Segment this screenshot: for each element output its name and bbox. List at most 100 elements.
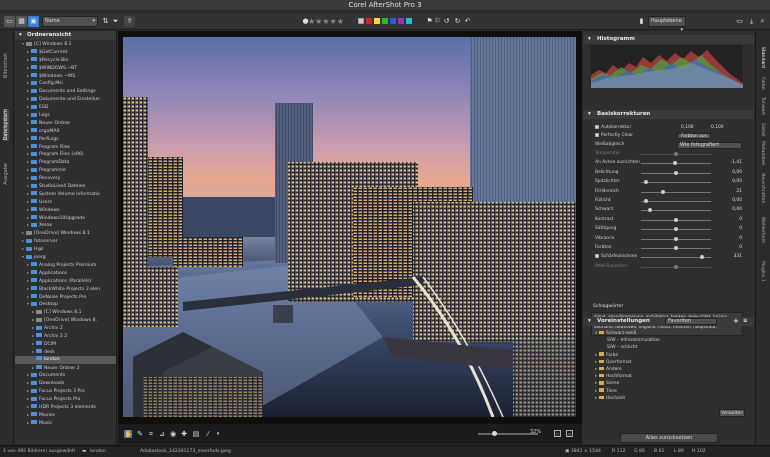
adjustment-slider[interactable] — [641, 161, 711, 166]
folder-tree-item[interactable]: ▸ H@l — [15, 245, 116, 253]
tab-metadaten[interactable]: Metadaten — [760, 141, 765, 166]
tab-farbe[interactable]: Farbe — [760, 77, 765, 90]
folder-tree-item[interactable]: ▸ Movies — [15, 411, 116, 419]
folder-tree-item[interactable]: ▸ $Recycle.Bin — [15, 56, 116, 64]
tab-dateisystem[interactable]: Dateisystem — [3, 109, 9, 141]
folder-tree-item[interactable]: ▸ $Windows.~WS — [15, 72, 116, 80]
color-label-yellow[interactable] — [374, 18, 380, 24]
adjustment-slider[interactable] — [641, 199, 711, 203]
retouch-icon[interactable]: ✚ — [180, 430, 188, 438]
preset-item[interactable]: ▸ Tiere — [595, 388, 617, 395]
adjustment-slider-knob[interactable] — [674, 264, 678, 269]
adjustment-row[interactable]: Fill-Bereich 21 — [591, 188, 746, 197]
folder-tree-item[interactable]: ▸ PerfLogs — [15, 135, 116, 143]
preset-item[interactable]: S/W – Infrarotsimulation — [603, 337, 660, 344]
adjustment-row[interactable]: An Achse ausrichten -1,41 — [591, 159, 746, 168]
adjustment-value[interactable]: 0 — [739, 235, 742, 244]
adjustment-slider-knob[interactable] — [700, 255, 705, 260]
tab-plugins[interactable]: Plugins 1 — [760, 261, 765, 282]
adjustment-value[interactable]: 0,00 — [732, 169, 742, 178]
eyedropper-icon[interactable]: ✎ — [136, 430, 144, 438]
adjustment-row[interactable]: Farbton 0 — [591, 244, 746, 253]
adjustment-slider[interactable] — [641, 152, 711, 156]
adjustment-row[interactable]: Kontrast 0 — [591, 216, 746, 225]
adjustment-value[interactable]: 0,00 — [732, 197, 742, 206]
tab-bibliothek[interactable]: Bibliothek — [3, 53, 9, 78]
adjustment-value[interactable]: 0,00 — [732, 206, 742, 215]
adjustment-slider[interactable] — [641, 189, 711, 194]
folder-tree-item[interactable]: ▾ joerg — [15, 253, 116, 261]
tab-neuschnitten[interactable]: Neuschnitten — [760, 173, 765, 204]
adjustment-slider[interactable] — [641, 208, 711, 213]
folder-tree-item[interactable]: ▸ Focus Projects Pro — [15, 395, 116, 403]
perfectly-clear-row[interactable]: Perfectly Clear Farbton aus — [591, 132, 746, 141]
color-label-cyan[interactable] — [406, 18, 412, 24]
brush-icon[interactable]: ⁄ — [204, 430, 212, 438]
sort-dropdown[interactable]: Name ▾ — [42, 16, 98, 27]
straighten-icon[interactable]: ⊿ — [158, 430, 166, 438]
tab-standard[interactable]: Standard — [760, 47, 765, 68]
histogram-header[interactable]: ▾ Histogramm — [583, 35, 754, 44]
compare-icon[interactable]: ◫ — [566, 430, 573, 437]
monitor-icon[interactable]: ▭ — [734, 16, 745, 27]
color-label-green[interactable] — [382, 18, 388, 24]
perfectly-clear-checkbox[interactable] — [595, 132, 599, 137]
rotate-left-icon[interactable]: ↺ — [441, 16, 452, 27]
perfectly-clear-button[interactable]: Farbton aus — [677, 133, 711, 139]
red-eye-icon[interactable]: ◉ — [169, 430, 177, 438]
folder-tree-item[interactable]: ▸ Documents — [15, 371, 116, 379]
folder-tree-item[interactable]: ▸ ESD — [15, 103, 116, 111]
folder-tree-item[interactable]: ▸ Config.Msi — [15, 79, 116, 87]
preset-item[interactable]: S/W – schlicht — [603, 344, 637, 351]
adjustment-slider-knob[interactable] — [644, 199, 649, 203]
adjustment-slider[interactable] — [641, 227, 711, 232]
folder-tree-item[interactable]: ▸ [OneDrive] Windows 8. — [15, 316, 116, 324]
folder-tree-item[interactable]: ▸ Downloads — [15, 379, 116, 387]
folder-tree-item[interactable]: ▾ [C] Windows 8.1 — [15, 40, 116, 48]
color-label-purple[interactable] — [398, 18, 404, 24]
workspace-dropdown[interactable]: Hauptebene ▾ — [648, 16, 686, 33]
folder-tree-item[interactable]: ▸ StudioLine4 Dateien — [15, 182, 116, 190]
adjustment-slider[interactable] — [641, 264, 711, 269]
folder-tree-item[interactable]: ▸ Xerox — [15, 221, 116, 229]
export-icon[interactable]: ⇪ — [124, 16, 135, 27]
tab-wellenform[interactable]: Wellenform — [760, 217, 765, 243]
folder-tree-item[interactable]: ▸ Analog Projects Premium — [15, 261, 116, 269]
folder-tree-item[interactable]: ▸ $GetCurrent — [15, 48, 116, 56]
adjustment-row[interactable]: Sättigung 0 — [591, 225, 746, 234]
add-preset-icon[interactable]: + — [733, 317, 739, 326]
folder-tree-item[interactable]: ▸ BlackWhite Projects 3 elen — [15, 285, 116, 293]
folder-tree-item[interactable]: ▸ Windows — [15, 206, 116, 214]
adjustment-slider-knob[interactable] — [672, 161, 677, 166]
folder-tree-item[interactable]: ▸ Windows10Upgrade — [15, 214, 116, 222]
manage-presets-button[interactable]: Verwalten — [719, 409, 745, 417]
folder-tree-item[interactable]: ▸ Documents and Settings — [15, 87, 116, 95]
reset-all-button[interactable]: Alles zurücksetzen — [620, 433, 718, 443]
folder-tree-item[interactable]: ▸ Recovery — [15, 174, 116, 182]
photo-preview[interactable] — [123, 37, 576, 417]
chevron-down-icon[interactable]: ▾ — [214, 430, 222, 438]
adjustment-value[interactable]: -1,41 — [731, 159, 742, 168]
undo-icon[interactable]: ↶ — [462, 16, 473, 27]
adjustment-value[interactable]: 331 — [734, 253, 742, 262]
crop-icon[interactable]: ⌗ — [147, 430, 155, 438]
presets-dropdown[interactable]: Favoriten — [665, 318, 717, 325]
folder-tree-item[interactable]: ▸ [OneDrive] Windows 8.1 — [15, 229, 116, 237]
tab-detail[interactable]: Detail — [760, 123, 765, 137]
image-viewer[interactable]: ✋ ✎ ⌗ ⊿ ◉ ✚ ▤ ⁄ ▾ 32% ▢ ◫ — [118, 31, 582, 444]
adjustment-slider-knob[interactable] — [674, 170, 678, 175]
search-icon[interactable]: ⌕ — [757, 16, 768, 27]
adjustment-slider-knob[interactable] — [660, 189, 665, 194]
adjustment-slider-knob[interactable] — [674, 217, 678, 222]
folder-tree-item[interactable]: ▸ orgaMAX — [15, 127, 116, 135]
view-split-icon[interactable]: ▣ — [28, 16, 39, 27]
adjustment-row[interactable]: Schwarz 0,00 — [591, 206, 746, 215]
color-label-blue[interactable] — [390, 18, 396, 24]
color-label-none[interactable] — [358, 18, 364, 24]
preset-item[interactable]: ▸ Hochformat — [595, 373, 632, 380]
folder-tree-item[interactable]: ▸ Archiv 2 2 — [15, 332, 116, 340]
color-label-red[interactable] — [366, 18, 372, 24]
zoom-slider-knob[interactable] — [492, 431, 497, 436]
white-balance-dropdown[interactable]: Wie fotografiert — [677, 142, 742, 149]
preset-item[interactable]: ▸ Farbe — [595, 352, 618, 359]
